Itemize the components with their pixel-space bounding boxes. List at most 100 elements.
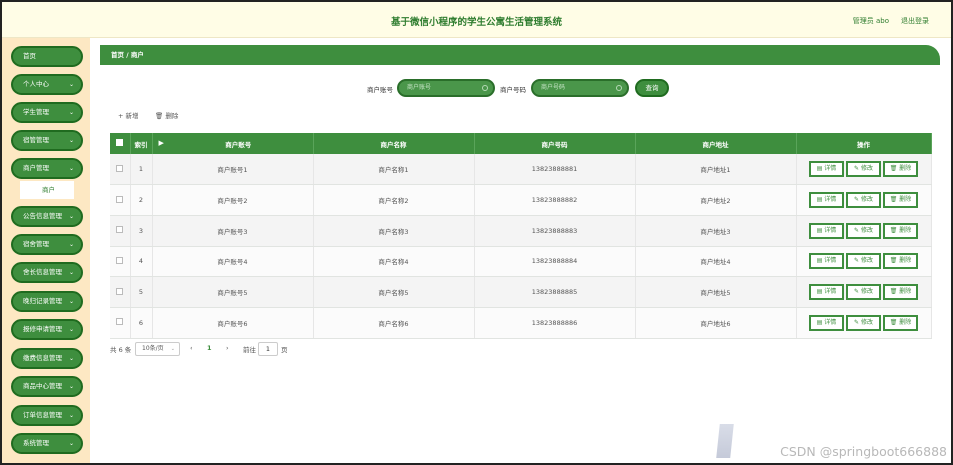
chevron-down-icon: ⌄ [170,346,175,352]
sidebar-item-label: 个人中心 [23,80,49,88]
column-header-index: 索引 [130,133,153,154]
sidebar-item-late-returns[interactable]: 晚归记录管理 ⌄ [11,291,83,312]
row-checkbox[interactable] [116,226,124,234]
merchant-table: 索引 ▶ 商户账号 商户名称 商户号码 商户地址 操作 1 商户账号1 商户名称1… [110,133,932,339]
next-page-button[interactable]: › [226,344,229,352]
cell-actions: ▤ 详情 ✎ 修改 🗑 删除 [796,276,932,308]
cell-phone: 13823888881 [474,154,636,186]
edit-button[interactable]: ✎ 修改 [846,253,881,270]
chevron-down-icon: ⌄ [68,81,74,88]
sidebar-item-label: 晚归记录管理 [23,297,62,305]
cell-address: 商户地址1 [635,154,797,186]
app-title: 基于微信小程序的学生公寓生活管理系统 [390,17,562,28]
sidebar-item-label: 学生管理 [23,108,49,116]
chevron-down-icon: ⌄ [68,440,74,447]
detail-button[interactable]: ▤ 详情 [809,284,844,301]
sidebar-item-repairs[interactable]: 报修申请管理 ⌄ [11,319,83,340]
cell-name: 商户名称5 [313,276,475,308]
chevron-down-icon: ⌄ [68,298,74,305]
chevron-down-icon: ⌄ [68,137,74,144]
cell-account: 商户账号3 [152,215,314,247]
sidebar-item-notices[interactable]: 公告信息管理 ⌄ [11,206,83,227]
sidebar-item-dorm-leaders[interactable]: 舍长信息管理 ⌄ [11,262,83,283]
cell-index: 2 [130,184,153,216]
cell-name: 商户名称1 [313,154,475,186]
sidebar-item-dorm-managers[interactable]: 宿管管理 ⌄ [11,130,83,151]
column-header-address: 商户地址 [635,133,797,154]
chevron-down-icon: ⌄ [68,412,74,419]
goto-page-input[interactable]: 1 [258,342,278,356]
cell-actions: ▤ 详情 ✎ 修改 🗑 删除 [796,154,932,186]
column-header-name: 商户名称 [313,133,475,154]
sidebar-item-orders[interactable]: 订单信息管理 ⌄ [11,405,83,426]
table-row: 2 商户账号2 商户名称2 13823888882 商户地址2 ▤ 详情 ✎ 修改… [110,184,932,216]
row-checkbox[interactable] [116,164,124,172]
row-checkbox[interactable] [116,256,124,264]
sidebar-item-profile[interactable]: 个人中心 ⌄ [11,74,83,95]
sidebar-item-home[interactable]: 首页 [11,46,83,67]
cell-index: 4 [130,246,153,278]
sidebar-item-products[interactable]: 商品中心管理 ⌄ [11,376,83,397]
chevron-down-icon: ⌄ [68,326,74,333]
sidebar-subitem-merchant[interactable]: 商户 [20,181,74,199]
sidebar-item-students[interactable]: 学生管理 ⌄ [11,102,83,123]
table-row: 6 商户账号6 商户名称6 13823888886 商户地址6 ▤ 详情 ✎ 修改… [110,307,932,339]
page-size-select[interactable]: 10条/页 ⌄ [135,342,180,356]
edit-button[interactable]: ✎ 修改 [846,192,881,209]
prev-page-button[interactable]: ‹ [190,344,193,352]
row-checkbox[interactable] [116,318,124,326]
cell-name: 商户名称6 [313,307,475,339]
page-size-value: 10条/页 [142,345,164,352]
delete-button[interactable]: 🗑 删除 [883,222,918,239]
edit-button[interactable]: ✎ 修改 [846,161,881,178]
current-page[interactable]: 1 [207,344,212,352]
cell-index: 5 [130,276,153,308]
chevron-down-icon: ⌄ [68,269,74,276]
chevron-down-icon: ⌄ [68,355,74,362]
add-button[interactable]: + 新增 [118,110,139,120]
query-button[interactable]: 查询 [635,79,669,97]
goto-label: 前往 [243,346,256,354]
edit-button[interactable]: ✎ 修改 [846,314,881,331]
delete-button[interactable]: 🗑 删除 [883,314,918,331]
row-checkbox[interactable] [116,287,124,295]
chevron-down-icon: ⌄ [68,383,74,390]
phone-search-input[interactable]: 商户号码 [531,79,629,97]
logout-link[interactable]: 退出登录 [901,16,929,26]
detail-button[interactable]: ▤ 详情 [809,192,844,209]
sidebar-item-dorms[interactable]: 宿舍管理 ⌄ [11,234,83,255]
cell-address: 商户地址2 [635,184,797,216]
edit-button[interactable]: ✎ 修改 [846,284,881,301]
detail-button[interactable]: ▤ 详情 [809,222,844,239]
sidebar-item-label: 宿舍管理 [23,240,49,248]
delete-button[interactable]: 🗑 删除 [883,284,918,301]
sidebar-item-label: 缴费信息管理 [23,354,62,362]
select-all-checkbox[interactable] [116,139,124,146]
sidebar-item-label: 商品中心管理 [23,382,62,390]
detail-button[interactable]: ▤ 详情 [809,161,844,178]
delete-button[interactable]: 🗑 删除 [883,192,918,209]
cell-phone: 13823888884 [474,246,636,278]
account-search-input[interactable]: 商户账号 [397,79,495,97]
delete-button[interactable]: 🗑 删除 [883,161,918,178]
sidebar-item-payments[interactable]: 缴费信息管理 ⌄ [11,348,83,369]
detail-button[interactable]: ▤ 详情 [809,314,844,331]
sidebar-item-merchants[interactable]: 商户管理 ⌄ [11,158,83,179]
clear-icon [482,85,488,91]
cell-phone: 13823888883 [474,215,636,247]
cell-phone: 13823888882 [474,184,636,216]
cell-address: 商户地址5 [635,276,797,308]
batch-delete-button[interactable]: 🗑 删除 [155,110,178,120]
row-checkbox[interactable] [116,195,124,203]
cell-account: 商户账号6 [152,307,314,339]
delete-button[interactable]: 🗑 删除 [883,253,918,270]
cursor-icon: ▶ [158,138,164,147]
top-header: 基于微信小程序的学生公寓生活管理系统 管理员 abo 退出登录 [2,2,951,38]
cell-address: 商户地址4 [635,246,797,278]
table-row: 5 商户账号5 商户名称5 13823888885 商户地址5 ▤ 详情 ✎ 修改… [110,276,932,308]
edit-button[interactable]: ✎ 修改 [846,222,881,239]
select-all-cell[interactable] [110,133,131,154]
detail-button[interactable]: ▤ 详情 [809,253,844,270]
sidebar-item-system[interactable]: 系统管理 ⌄ [11,433,83,454]
page-suffix: 页 [281,346,288,354]
